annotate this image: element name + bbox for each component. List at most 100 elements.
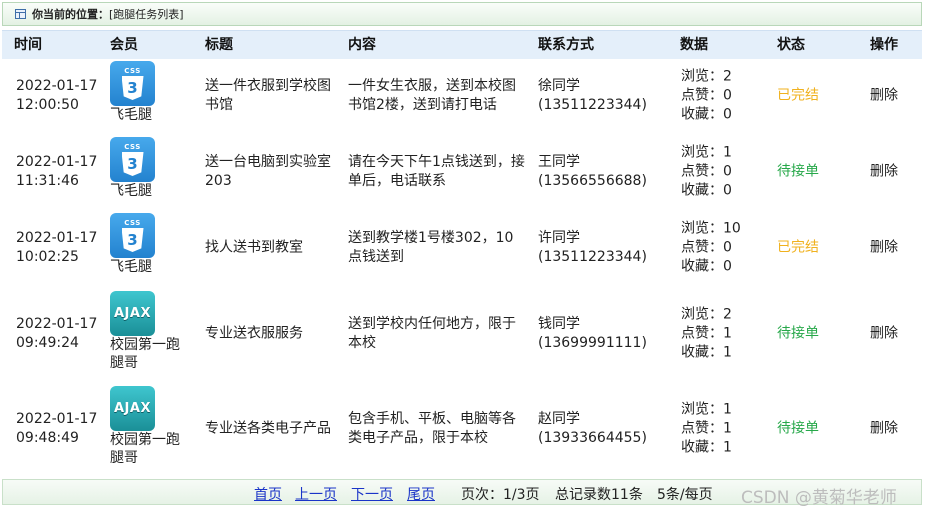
row-time: 2022-01-17 10:02:25 <box>16 229 97 267</box>
favorites-count: 收藏：0 <box>681 106 732 123</box>
status-badge: 待接单 <box>777 163 819 180</box>
contact-phone: (13699991111) <box>538 334 647 351</box>
views-count: 浏览：1 <box>681 401 732 417</box>
total-info: 总记录数11条 <box>555 487 643 503</box>
col-content: 内容 <box>348 37 376 53</box>
views-count: 浏览：10 <box>681 220 741 237</box>
ajax-icon: AJAX <box>110 386 155 431</box>
css3-icon: CSS 3 <box>110 61 155 106</box>
row-time: 2022-01-17 09:48:49 <box>16 410 97 448</box>
contact-name: 王同学 <box>538 154 580 170</box>
member-name: 校园第一跑腿哥 <box>110 337 180 371</box>
ajax-label: AJAX <box>114 306 151 321</box>
location-label: 你当前的位置： <box>32 8 109 21</box>
css-shield: 3 <box>121 76 144 100</box>
table-row: 2022-01-17 09:49:24 AJAX 校园第一跑腿哥 专业送衣服服务… <box>2 286 922 381</box>
row-clock: 09:49:24 <box>16 334 79 351</box>
css3-icon: CSS 3 <box>110 213 155 258</box>
delete-button[interactable]: 删除 <box>870 87 898 106</box>
row-contact: 钱同学 (13699991111) <box>538 315 668 353</box>
favorites-count: 收藏：0 <box>681 258 732 275</box>
table-row: 2022-01-17 09:48:49 AJAX 校园第一跑腿哥 专业送各类电子… <box>2 381 922 476</box>
row-content: 送到学校内任何地方，限于本校 <box>348 315 516 351</box>
favorites-count: 收藏：0 <box>681 182 732 199</box>
contact-phone: (13511223344) <box>538 97 647 113</box>
row-date: 2022-01-17 <box>16 154 98 170</box>
col-time: 时间 <box>14 37 42 53</box>
table-row: 2022-01-17 12:00:50 CSS 3 飞毛腿 送一件衣服到学校图书… <box>2 58 922 134</box>
member-cell: CSS 3 飞毛腿 <box>110 61 190 124</box>
likes-count: 点赞：1 <box>681 325 732 341</box>
row-date: 2022-01-17 <box>16 78 98 94</box>
row-title: 专业送衣服服务 <box>205 325 303 341</box>
delete-button[interactable]: 删除 <box>870 239 898 258</box>
breadcrumb: [跑腿任务列表] <box>109 8 184 21</box>
favorites-count: 收藏：1 <box>681 439 732 455</box>
row-contact: 王同学 (13566556688) <box>538 153 668 191</box>
status-badge: 待接单 <box>777 325 819 341</box>
table-icon <box>15 9 26 19</box>
css-label: CSS <box>124 67 141 75</box>
col-member: 会员 <box>110 37 138 53</box>
row-content: 送到教学楼1号楼302，10点钱送到 <box>348 230 514 265</box>
row-stats: 浏览：10 点赞：0 收藏：0 <box>681 220 741 277</box>
css-shield: 3 <box>121 228 144 252</box>
row-stats: 浏览：2 点赞：0 收藏：0 <box>681 68 732 125</box>
member-cell: CSS 3 飞毛腿 <box>110 213 190 276</box>
likes-count: 点赞：0 <box>681 239 732 256</box>
row-date: 2022-01-17 <box>16 410 98 427</box>
per-page-info: 5条/每页 <box>657 487 713 503</box>
contact-phone: (13933664455) <box>538 429 647 446</box>
col-data: 数据 <box>680 37 708 53</box>
row-contact: 徐同学 (13511223344) <box>538 77 668 115</box>
views-count: 浏览：1 <box>681 144 732 161</box>
row-date: 2022-01-17 <box>16 315 98 332</box>
member-name: 校园第一跑腿哥 <box>110 432 180 466</box>
contact-phone: (13511223344) <box>538 249 647 265</box>
col-status: 状态 <box>777 37 805 53</box>
row-stats: 浏览：1 点赞：0 收藏：0 <box>681 144 732 201</box>
css-version: 3 <box>127 155 138 173</box>
col-contact: 联系方式 <box>538 37 594 53</box>
delete-button[interactable]: 删除 <box>870 419 898 438</box>
status-badge: 已完结 <box>777 87 819 104</box>
location-bar: 你当前的位置： [跑腿任务列表] <box>2 2 922 26</box>
css-version: 3 <box>127 79 138 97</box>
likes-count: 点赞：0 <box>681 163 732 180</box>
table-header: 时间 会员 标题 内容 联系方式 数据 状态 操作 <box>2 30 922 59</box>
row-contact: 赵同学 (13933664455) <box>538 410 668 448</box>
likes-count: 点赞：1 <box>681 420 732 436</box>
row-content: 请在今天下午1点钱送到，接单后，电话联系 <box>348 154 525 189</box>
contact-name: 赵同学 <box>538 410 580 427</box>
first-page-link[interactable]: 首页 <box>254 484 282 504</box>
row-time: 2022-01-17 12:00:50 <box>16 77 97 115</box>
css-label: CSS <box>124 143 141 151</box>
delete-button[interactable]: 删除 <box>870 324 898 343</box>
col-action: 操作 <box>870 37 898 53</box>
row-title: 送一台电脑到实验室203 <box>205 154 331 189</box>
last-page-link[interactable]: 尾页 <box>407 484 435 504</box>
member-cell: CSS 3 飞毛腿 <box>110 137 190 200</box>
page-info: 页次：1/3页 <box>461 487 540 503</box>
next-page-link[interactable]: 下一页 <box>351 484 393 504</box>
status-badge: 待接单 <box>777 420 819 436</box>
row-content: 一件女生衣服，送到本校图书馆2楼，送到请打电话 <box>348 78 516 113</box>
member-name: 飞毛腿 <box>110 107 152 123</box>
prev-page-link[interactable]: 上一页 <box>295 484 337 504</box>
contact-name: 钱同学 <box>538 315 580 332</box>
contact-name: 徐同学 <box>538 78 580 94</box>
ajax-icon: AJAX <box>110 291 155 336</box>
row-stats: 浏览：1 点赞：1 收藏：1 <box>681 400 732 457</box>
row-clock: 09:48:49 <box>16 429 79 446</box>
ajax-label: AJAX <box>114 401 151 416</box>
row-contact: 许同学 (13511223344) <box>538 229 668 267</box>
row-date: 2022-01-17 <box>16 230 98 246</box>
css3-icon: CSS 3 <box>110 137 155 182</box>
favorites-count: 收藏：1 <box>681 344 732 360</box>
css-shield: 3 <box>121 152 144 176</box>
status-badge: 已完结 <box>777 239 819 256</box>
table-row: 2022-01-17 10:02:25 CSS 3 飞毛腿 找人送书到教室 送到… <box>2 210 922 286</box>
watermark: CSDN @黄菊华老师 <box>741 488 897 508</box>
row-time: 2022-01-17 09:49:24 <box>16 315 97 353</box>
delete-button[interactable]: 删除 <box>870 163 898 182</box>
